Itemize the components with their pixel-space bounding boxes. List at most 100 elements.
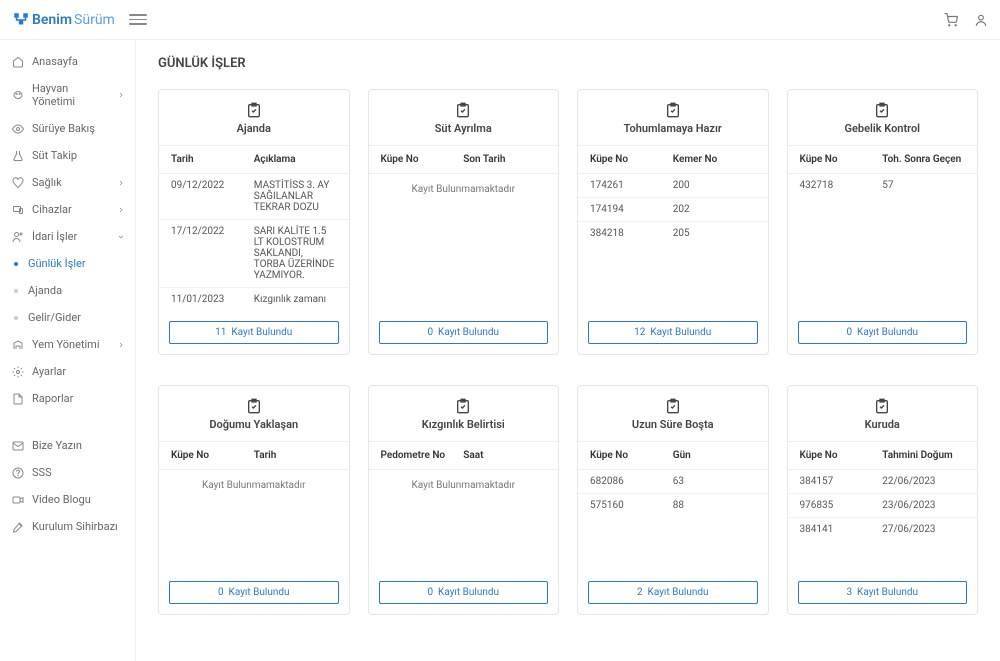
sidebar-sub-item[interactable]: Gelir/Gider [0, 304, 135, 331]
cell: 23/06/2023 [882, 500, 965, 511]
card-table-header: Küpe NoKemer No [578, 146, 768, 174]
sidebar-item[interactable]: Raporlar [0, 385, 135, 412]
col-header: Küpe No [381, 154, 464, 165]
sidebar-footer-item[interactable]: SSS [0, 459, 135, 486]
count-button[interactable]: 12 Kayıt Bulundu [588, 321, 758, 344]
card: Gebelik KontrolKüpe NoToh. Sonra Geçen43… [787, 89, 979, 355]
sidebar-footer-item[interactable]: Bize Yazın [0, 432, 135, 459]
sidebar-label: İdari İşler [32, 230, 109, 243]
question-icon [12, 467, 24, 479]
card-table-header: Küpe NoSon Tarih [369, 146, 559, 174]
col-header: Tahmini Doğum [882, 450, 965, 461]
card-body: Küpe NoSon TarihKayıt Bulunmamaktadır [369, 146, 559, 311]
cell: 57 [882, 180, 965, 191]
sidebar-sub-item[interactable]: Günlük İşler [0, 250, 135, 277]
card: Kızgınlık Belirtisi Pedometre NoSaat Kayıt… [368, 385, 560, 615]
sidebar-item[interactable]: Süt Takip [0, 142, 135, 169]
devices-icon [12, 204, 24, 216]
col-header: Küpe No [590, 154, 673, 165]
table-row: 38415722/06/2023 [788, 470, 978, 494]
sidebar-item[interactable]: Cihazlar [0, 196, 135, 223]
cell: 384141 [800, 524, 883, 535]
card-title: Kızgınlık Belirtisi [379, 418, 549, 431]
user-icon[interactable] [974, 13, 988, 27]
count-button[interactable]: 3 Kayıt Bulundu [798, 581, 968, 604]
table-row: 43271857 [788, 174, 978, 197]
sidebar-item[interactable]: Anasayfa [0, 48, 135, 75]
sidebar-footer-item[interactable]: Video Blogu [0, 486, 135, 513]
sidebar-label: Raporlar [32, 392, 125, 405]
chevron-right-icon [117, 179, 125, 187]
card-header: Kuruda [788, 386, 978, 442]
card-body: Küpe NoKemer No1742612001741942023842182… [578, 146, 768, 311]
task-icon [246, 398, 262, 414]
cell: SARI KALİTE 1.5 LT KOLOSTRUM SAKLANDI, T… [254, 226, 337, 281]
count-button[interactable]: 0 Kayıt Bulundu [169, 581, 339, 604]
cell: 174194 [590, 204, 673, 215]
sidebar-sub-item[interactable]: Ajanda [0, 277, 135, 304]
cell: 384157 [800, 476, 883, 487]
count-button[interactable]: 11 Kayıt Bulundu [169, 321, 339, 344]
sidebar-label: Anasayfa [32, 55, 125, 68]
cell: 22/06/2023 [882, 476, 965, 487]
card-header: Süt Ayrılma [369, 90, 559, 146]
col-header: Saat [463, 450, 546, 461]
col-header: Son Tarih [463, 154, 546, 165]
table-row: 174194202 [578, 198, 768, 222]
sidebar-label: Sürüye Bakış [32, 122, 125, 135]
sidebar-item[interactable]: Sürüye Bakış [0, 115, 135, 142]
card: Ajanda TarihAçıklama09/12/2022MASTİTİSS 3… [158, 89, 350, 355]
col-header: Tarih [254, 450, 337, 461]
cell: 174261 [590, 180, 673, 191]
cart-icon[interactable] [944, 13, 958, 27]
col-header: Gün [673, 450, 756, 461]
task-icon [455, 102, 471, 118]
card-body: TarihAçıklama09/12/2022MASTİTİSS 3. AY S… [159, 146, 349, 311]
table-row: 174261200 [578, 174, 768, 198]
card-footer: 11 Kayıt Bulundu [159, 311, 349, 354]
card-title: Süt Ayrılma [379, 122, 549, 135]
card: Tohumlamaya HazırKüpe NoKemer No17426120… [577, 89, 769, 355]
cell: 976835 [800, 500, 883, 511]
col-header: Küpe No [800, 154, 883, 165]
menu-toggle[interactable] [129, 11, 147, 29]
logo[interactable]: BenimSürüm [12, 11, 115, 29]
col-header: Kemer No [673, 154, 756, 165]
count-button[interactable]: 0 Kayıt Bulundu [379, 581, 549, 604]
sidebar-item[interactable]: Hayvan Yönetimi [0, 75, 135, 115]
sidebar-item[interactable]: İdari İşler [0, 223, 135, 250]
logo-text-1: Benim [32, 12, 72, 28]
cell: MASTİTİSS 3. AY SAĞILANLAR TEKRAR DOZU [254, 180, 337, 213]
eye-icon [12, 123, 24, 135]
cards-row-2: Doğumu YaklaşanKüpe NoTarihKayıt Bulunma… [158, 385, 978, 615]
col-header: Pedometre No [381, 450, 464, 461]
sidebar-sub-label: Gelir/Gider [28, 311, 125, 324]
flask-icon [12, 150, 24, 162]
sidebar-item[interactable]: Ayarlar [0, 358, 135, 385]
card-body: Küpe NoTahmini Doğum38415722/06/20239768… [788, 442, 978, 571]
table-row: 17/12/2022SARI KALİTE 1.5 LT KOLOSTRUM S… [159, 220, 349, 288]
header: BenimSürüm [0, 0, 1000, 40]
main: GÜNLÜK İŞLER AjandaTarihAçıklama09/12/20… [136, 40, 1000, 661]
no-records: Kayıt Bulunmamaktadır [369, 470, 559, 501]
col-header: Açıklama [254, 154, 337, 165]
header-right [944, 13, 988, 27]
card-title: Gebelik Kontrol [798, 122, 968, 135]
card-footer: 0 Kayıt Bulundu [369, 571, 559, 614]
sidebar-label: SSS [32, 466, 125, 479]
sidebar-label: Sağlık [32, 176, 109, 189]
sidebar-sub-label: Ajanda [28, 284, 125, 297]
card-header: Uzun Süre Boşta [578, 386, 768, 442]
card-title: Ajanda [169, 122, 339, 135]
chevron-right-icon [117, 341, 125, 349]
count-button[interactable]: 2 Kayıt Bulundu [588, 581, 758, 604]
table-row: 384218205 [578, 222, 768, 245]
col-header: Tarih [171, 154, 254, 165]
sidebar-footer-item[interactable]: Kurulum Sihirbazı [0, 513, 135, 540]
count-button[interactable]: 0 Kayıt Bulundu [798, 321, 968, 344]
count-button[interactable]: 0 Kayıt Bulundu [379, 321, 549, 344]
sidebar-label: Süt Takip [32, 149, 125, 162]
sidebar-item[interactable]: Sağlık [0, 169, 135, 196]
sidebar-item[interactable]: Yem Yönetimi [0, 331, 135, 358]
card-header: Gebelik Kontrol [788, 90, 978, 146]
